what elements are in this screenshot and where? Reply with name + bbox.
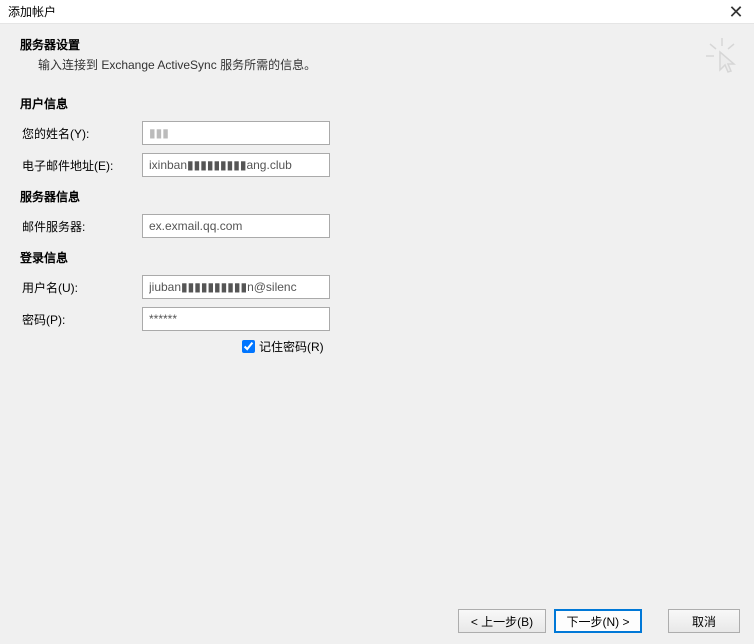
password-row: 密码(P): [20,306,734,332]
email-row: 电子邮件地址(E): [20,152,734,178]
password-input[interactable] [142,307,330,331]
remember-password-label: 记住密码(R) [259,338,324,355]
content-area: 服务器设置 输入连接到 Exchange ActiveSync 服务所需的信息。… [0,24,754,598]
name-label: 您的姓名(Y): [20,125,142,142]
server-info-section: 服务器信息 邮件服务器: [20,188,734,239]
header-description: 输入连接到 Exchange ActiveSync 服务所需的信息。 [20,56,734,73]
remember-password-checkbox[interactable] [242,340,255,353]
header-section: 服务器设置 输入连接到 Exchange ActiveSync 服务所需的信息。 [20,36,734,73]
email-label: 电子邮件地址(E): [20,157,142,174]
login-info-section: 登录信息 用户名(U): 密码(P): 记住密码(R) [20,249,734,355]
server-info-heading: 服务器信息 [20,188,734,205]
next-button[interactable]: 下一步(N) > [554,609,642,633]
name-input[interactable] [142,121,330,145]
username-row: 用户名(U): [20,274,734,300]
mail-server-input[interactable] [142,214,330,238]
window-title: 添加帐户 [8,3,56,20]
back-button[interactable]: < 上一步(B) [458,609,546,633]
login-info-heading: 登录信息 [20,249,734,266]
remember-password-row: 记住密码(R) [20,338,734,355]
header-title: 服务器设置 [20,36,734,53]
cursor-icon [706,38,738,74]
email-input[interactable] [142,153,330,177]
username-label: 用户名(U): [20,279,142,296]
user-info-heading: 用户信息 [20,95,734,112]
username-input[interactable] [142,275,330,299]
titlebar: 添加帐户 ✕ [0,0,754,24]
cancel-button[interactable]: 取消 [668,609,740,633]
user-info-section: 用户信息 您的姓名(Y): 电子邮件地址(E): [20,95,734,178]
button-bar: < 上一步(B) 下一步(N) > 取消 [0,598,754,644]
name-row: 您的姓名(Y): [20,120,734,146]
close-icon[interactable]: ✕ [724,2,748,22]
password-label: 密码(P): [20,311,142,328]
mail-server-label: 邮件服务器: [20,218,142,235]
mail-server-row: 邮件服务器: [20,213,734,239]
